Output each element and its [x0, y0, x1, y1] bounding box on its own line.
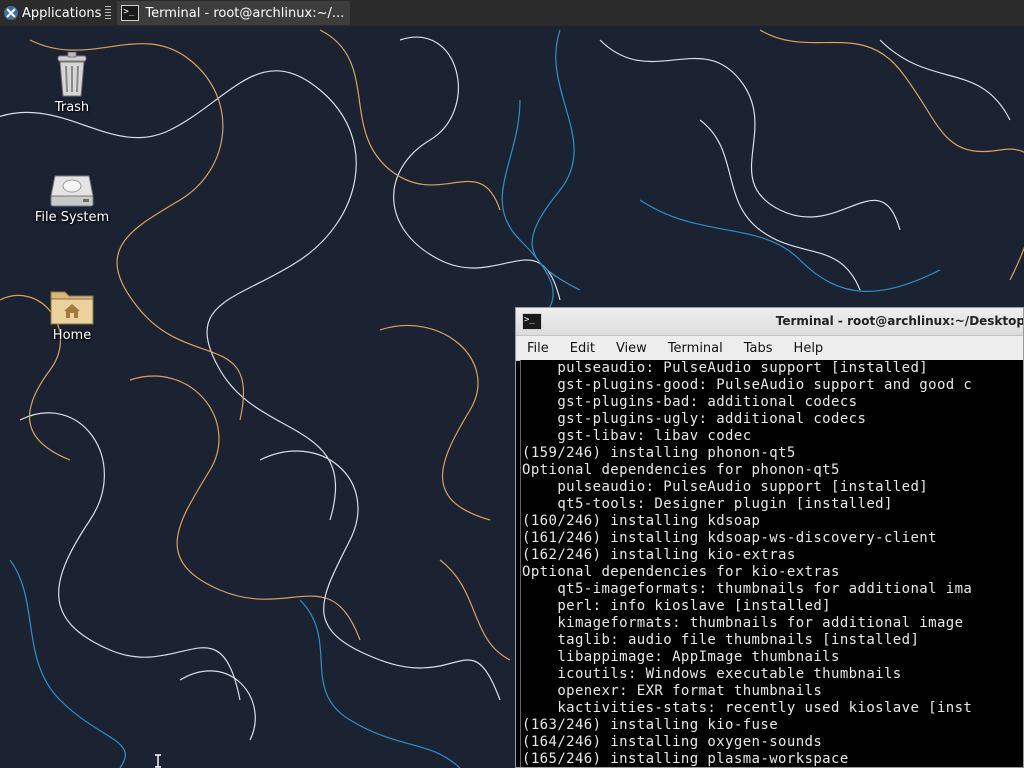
terminal-output-text: pulseaudio: PulseAudio support [installe…: [521, 360, 1023, 767]
drive-icon: [50, 175, 94, 207]
terminal-icon: >_: [121, 5, 140, 21]
xfce-logo-icon: [4, 6, 18, 20]
menu-file[interactable]: File: [516, 341, 557, 356]
taskbar-terminal-label: Terminal - root@archlinux:~/...: [145, 5, 345, 21]
desktop-icon-file-system[interactable]: File System: [27, 172, 117, 225]
terminal-line: Optional dependencies for kio-extras: [522, 564, 840, 580]
applications-menu-button[interactable]: Applications: [0, 0, 103, 26]
desktop-icon-label: File System: [34, 210, 110, 225]
terminal-line: (164/246) installing oxygen-sounds: [522, 734, 823, 750]
terminal-line: gst-plugins-ugly: additional codecs: [522, 411, 867, 427]
menu-help[interactable]: Help: [783, 341, 832, 356]
terminal-output-area[interactable]: pulseaudio: PulseAudio support [installe…: [520, 360, 1023, 767]
menu-view[interactable]: View: [605, 341, 655, 356]
home-folder-icon: [50, 291, 94, 325]
terminal-window[interactable]: >_ Terminal - root@archlinux:~/Desktop F…: [515, 307, 1024, 768]
desktop-icon-label: Home: [52, 328, 92, 343]
panel-separator: [105, 6, 112, 20]
terminal-window-title: Terminal - root@archlinux:~/Desktop: [775, 314, 1024, 328]
taskbar-terminal-button[interactable]: >_ Terminal - root@archlinux:~/...: [117, 1, 351, 25]
terminal-line: gst-plugins-bad: additional codecs: [522, 394, 858, 410]
terminal-line: kactivities-stats: recently used kioslav…: [522, 700, 973, 716]
terminal-line: pulseaudio: PulseAudio support [installe…: [522, 360, 929, 376]
terminal-line: qt5-imageformats: thumbnails for additio…: [522, 581, 973, 597]
terminal-line: libappimage: AppImage thumbnails: [522, 649, 840, 665]
terminal-line: gst-plugins-good: PulseAudio support and…: [522, 377, 973, 393]
ibeam-cursor-icon: [155, 754, 161, 768]
terminal-line: qt5-tools: Designer plugin [installed]: [522, 496, 893, 512]
terminal-line: (159/246) installing phonon-qt5: [522, 445, 796, 461]
terminal-line: (162/246) installing kio-extras: [522, 547, 796, 563]
menu-edit[interactable]: Edit: [559, 341, 603, 356]
top-panel: Applications >_ Terminal - root@archlinu…: [0, 0, 1024, 26]
terminal-line: (163/246) installing kio-fuse: [522, 717, 779, 733]
applications-label: Applications: [22, 5, 102, 21]
terminal-line: perl: info kioslave [installed]: [522, 598, 832, 614]
terminal-titlebar[interactable]: >_ Terminal - root@archlinux:~/Desktop: [516, 308, 1023, 336]
menu-tabs[interactable]: Tabs: [733, 341, 781, 356]
terminal-line: (165/246) installing plasma-workspace: [522, 751, 849, 767]
desktop-icon-trash[interactable]: Trash: [27, 52, 117, 115]
terminal-line: (161/246) installing kdsoap-ws-discovery…: [522, 530, 937, 546]
terminal-line: Optional dependencies for phonon-qt5: [522, 462, 840, 478]
menu-terminal[interactable]: Terminal: [657, 341, 731, 356]
terminal-line: icoutils: Windows executable thumbnails: [522, 666, 902, 682]
terminal-menubar: File Edit View Terminal Tabs Help: [516, 336, 1023, 361]
desktop-icon-label: Trash: [54, 100, 90, 115]
terminal-line: pulseaudio: PulseAudio support [installe…: [522, 479, 929, 495]
desktop-icon-home[interactable]: Home: [27, 286, 117, 343]
trash-icon: [57, 52, 87, 97]
terminal-window-icon: >_: [522, 313, 542, 330]
terminal-line: taglib: audio file thumbnails [installed…: [522, 632, 920, 648]
terminal-line: (160/246) installing kdsoap: [522, 513, 761, 529]
terminal-line: openexr: EXR format thumbnails: [522, 683, 823, 699]
terminal-line: gst-libav: libav codec: [522, 428, 752, 444]
terminal-line: kimageformats: thumbnails for additional…: [522, 615, 964, 631]
